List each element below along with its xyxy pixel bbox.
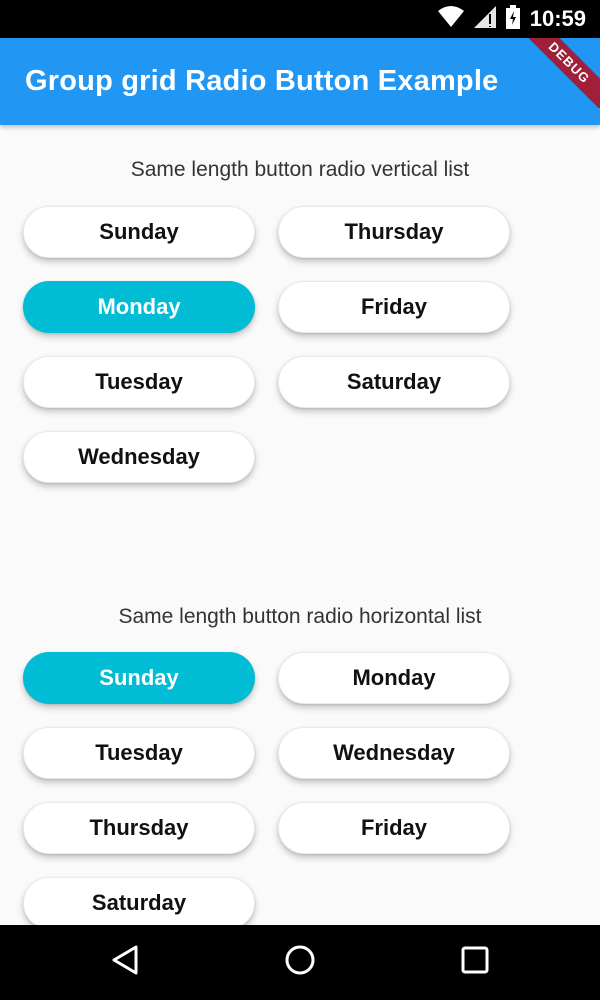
vertical-radio-wednesday[interactable]: Wednesday [23, 431, 255, 483]
signal-icon [473, 5, 496, 33]
debug-banner: DEBUG [490, 38, 600, 108]
vertical-radio-saturday[interactable]: Saturday [278, 356, 510, 408]
status-time: 10:59 [529, 6, 586, 31]
status-bar: 10:59 [0, 0, 600, 38]
horizontal-radio-tuesday[interactable]: Tuesday [23, 727, 255, 779]
recents-icon [461, 946, 489, 979]
vertical-radio-sunday[interactable]: Sunday [23, 206, 255, 258]
back-icon [111, 945, 139, 980]
horizontal-radio-saturday[interactable]: Saturday [23, 877, 255, 925]
vertical-list-title: Same length button radio vertical list [130, 158, 470, 181]
vertical-radio-monday[interactable]: Monday [23, 281, 255, 333]
horizontal-radio-sunday[interactable]: Sunday [23, 652, 255, 704]
home-button[interactable] [260, 925, 340, 1000]
horizontal-radio-friday[interactable]: Friday [278, 802, 510, 854]
nav-bar [0, 925, 600, 1000]
page-title: Group grid Radio Button Example [25, 65, 499, 97]
debug-label: DEBUG [515, 38, 600, 108]
wifi-icon [437, 5, 464, 33]
back-button[interactable] [85, 925, 165, 1000]
battery-icon [505, 4, 520, 34]
status-icons: 10:59 [437, 0, 586, 38]
horizontal-list-title: Same length button radio horizontal list [118, 605, 482, 628]
vertical-radio-tuesday[interactable]: Tuesday [23, 356, 255, 408]
vertical-radio-friday[interactable]: Friday [278, 281, 510, 333]
horizontal-radio-monday[interactable]: Monday [278, 652, 510, 704]
recents-button[interactable] [435, 925, 515, 1000]
vertical-radio-thursday[interactable]: Thursday [278, 206, 510, 258]
home-icon [284, 944, 316, 981]
horizontal-radio-thursday[interactable]: Thursday [23, 802, 255, 854]
content: Same length button radio vertical list S… [0, 125, 600, 925]
horizontal-radio-wednesday[interactable]: Wednesday [278, 727, 510, 779]
